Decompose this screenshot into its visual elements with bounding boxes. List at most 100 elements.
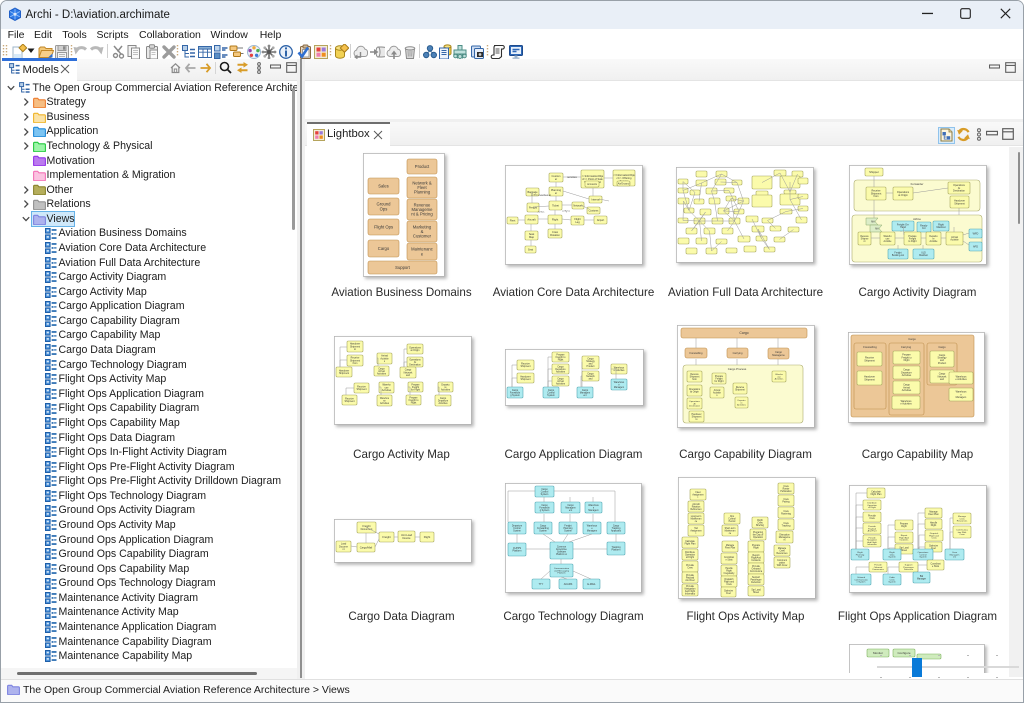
svg-text:Shipment: Shipment [520, 365, 530, 368]
svg-text:Crew: Crew [931, 537, 937, 540]
svg-text:Activities: Activities [556, 382, 566, 385]
svg-text:Managem: Managem [587, 530, 597, 532]
svg-text:Crew: Crew [959, 533, 965, 536]
svg-text:Leg: Leg [575, 220, 580, 224]
svg-text:Flight: Flight [931, 524, 937, 527]
svg-text:Flight Plan: Flight Plan [685, 543, 697, 546]
svg-text:Operation: Operation [685, 553, 696, 556]
svg-text:Activities: Activities [902, 374, 912, 377]
svg-text:Destination: Destination [953, 190, 966, 193]
svg-text:Communica: Communica [872, 569, 884, 571]
svg-text:Customs: Customs [589, 209, 600, 212]
svg-text:Assignmen: Assignmen [692, 493, 704, 496]
svg-text:Carrying: Carrying [733, 351, 743, 355]
svg-text:Network: Network [573, 204, 583, 207]
svg-text:Flight: Flight [901, 525, 907, 528]
svg-text:Crew: Crew [779, 549, 785, 552]
svg-text:Activities: Activities [377, 372, 387, 375]
svg-text:Managem: Managem [956, 396, 967, 399]
svg-text:System: System [541, 493, 549, 496]
svg-text:Shipment: Shipment [520, 378, 530, 381]
svg-text:Flight: Flight [904, 359, 910, 362]
svg-text:Fuel: Fuel [726, 593, 731, 595]
svg-text:Air/Ground: Air/Ground [618, 182, 630, 185]
svg-text:to Flight: to Flight [908, 240, 917, 243]
svg-text:<<?!>> resolves-to: <<?!>> resolves-to [531, 194, 552, 197]
svg-text:Refinemen: Refinemen [690, 509, 702, 511]
svg-text:At: At [414, 361, 417, 364]
svg-text:Freight: Freight [715, 377, 723, 380]
svg-text:Crew: Crew [726, 583, 732, 586]
svg-text:Activities: Activities [441, 388, 451, 391]
svg-text:Manifest: Manifest [936, 226, 945, 229]
svg-text:Flight: Flight [411, 401, 417, 404]
svg-text:Shipper: Shipper [869, 170, 879, 174]
svg-text:g System: g System [510, 394, 520, 397]
svg-text:Forwarder: Forwarder [911, 182, 924, 186]
svg-text:Forwarding: Forwarding [537, 527, 549, 530]
svg-text:For: For [922, 227, 926, 230]
svg-text:<<?y>>: <<?y>> [562, 210, 571, 213]
svg-text:Informatio: Informatio [867, 543, 877, 546]
svg-text:at Origin: at Origin [690, 391, 699, 394]
svg-text:Defection: Defection [751, 581, 761, 584]
svg-text:Carrying: Carrying [901, 345, 912, 349]
svg-text:Activities: Activities [556, 370, 566, 373]
svg-text:Crew: Crew [869, 517, 875, 520]
svg-text:System: System [919, 556, 926, 559]
svg-text:Flight Ops: Flight Ops [374, 225, 393, 230]
svg-text:Support: Support [395, 265, 411, 270]
svg-text:Platform: Platform [612, 549, 621, 552]
svg-text:Assignmen: Assignmen [690, 529, 702, 532]
svg-text:Managem: Managem [614, 387, 624, 389]
svg-text:Network: Network [586, 375, 595, 378]
svg-text:Interval: Interval [591, 198, 600, 201]
svg-text:n System: n System [857, 581, 866, 584]
svg-text:System: System [888, 556, 895, 559]
svg-text:Control: Control [728, 517, 736, 520]
svg-text:nt & Pricing: nt & Pricing [411, 212, 433, 217]
svg-text:Seat: Seat [528, 248, 533, 251]
svg-text:Operation: Operation [753, 536, 764, 539]
svg-text:Control: Control [547, 391, 555, 394]
svg-text:Control: Control [541, 490, 549, 493]
svg-text:System: System [547, 394, 555, 397]
svg-text:Shipment: Shipment [864, 359, 875, 362]
svg-text:Freight: Freight [382, 535, 391, 539]
svg-text:<<?>>: <<?>> [538, 211, 546, 214]
svg-text:for Flight: for Flight [411, 388, 420, 391]
svg-text:Activitie: Activitie [950, 239, 959, 242]
svg-text:Cargo/Mail: Cargo/Mail [360, 545, 373, 549]
svg-text:Airport: Airport [597, 219, 605, 222]
svg-text:Freight: Freight [909, 237, 917, 240]
svg-text:Flight: Flight [753, 547, 759, 550]
svg-text:Forwarding: Forwarding [863, 345, 877, 349]
svg-text:Activitie: Activitie [930, 240, 939, 243]
svg-text:Cargo Process: Cargo Process [728, 367, 747, 371]
svg-text:Shipment: Shipment [690, 375, 700, 378]
svg-text:Roster: Roster [783, 487, 790, 490]
svg-text:Cargo: Cargo [908, 337, 916, 341]
svg-text:Activities: Activities [737, 404, 747, 407]
svg-text:Device: Device [403, 536, 411, 540]
svg-text:Publication: Publication [780, 490, 792, 493]
svg-text:Crew: Crew [757, 521, 763, 524]
svg-text:Control: Control [513, 527, 521, 530]
svg-text:Activities: Activities [380, 402, 390, 405]
svg-text:services: services [567, 175, 577, 179]
svg-text:TTY: TTY [539, 583, 544, 586]
svg-text:Fleet: Fleet [510, 219, 516, 222]
svg-text:Freight: Freight [529, 205, 537, 209]
svg-text:Crew: Crew [687, 567, 693, 570]
svg-text:Flight: Flight [552, 217, 559, 221]
svg-text:Provide: Provide [686, 585, 695, 588]
svg-text:Passenger: Passenger [751, 578, 762, 581]
svg-text:MA: MA [875, 228, 879, 231]
svg-text:Cargo: Cargo [739, 331, 748, 335]
svg-text:from: from [353, 362, 358, 365]
svg-text:er: er [555, 191, 557, 195]
svg-text:System: System [539, 529, 547, 532]
svg-text:Departure: Departure [438, 399, 449, 402]
svg-text:Cargo: Cargo [587, 358, 594, 361]
svg-text:Maintenan: Maintenan [725, 529, 736, 532]
